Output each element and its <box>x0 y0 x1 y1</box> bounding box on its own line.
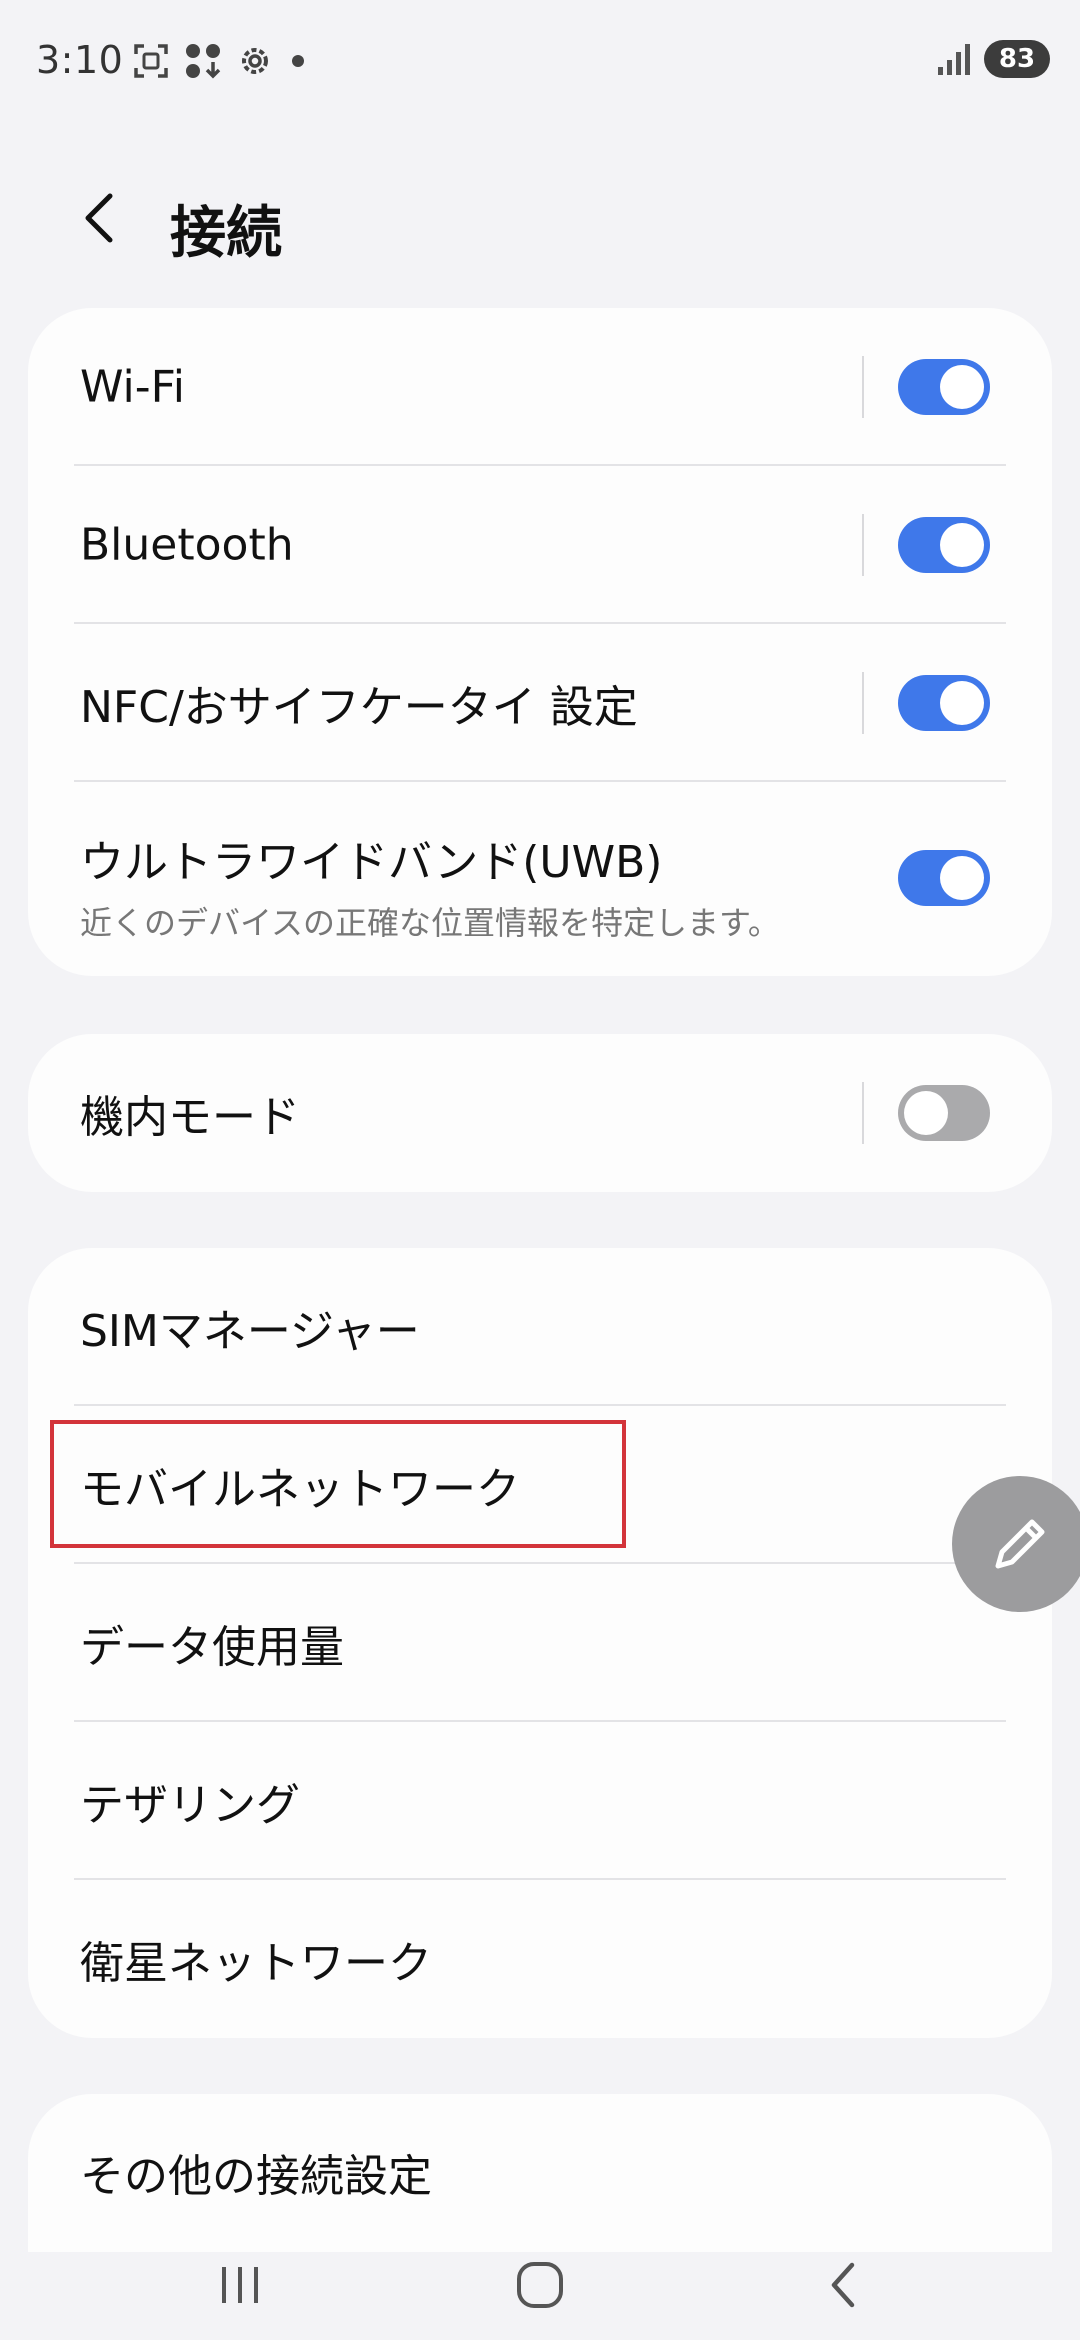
tethering-label: テザリング <box>80 1780 300 1831</box>
airplane-mode-row[interactable]: 機内モード <box>28 1034 1052 1192</box>
home-icon <box>517 2262 563 2308</box>
edit-fab[interactable] <box>952 1476 1080 1612</box>
more-connection-settings-card: その他の接続設定 <box>28 2094 1052 2252</box>
toggle-knob <box>940 681 984 725</box>
more-connection-settings-row[interactable]: その他の接続設定 <box>28 2094 1052 2252</box>
recent-apps-icon <box>222 2267 258 2303</box>
wifi-row[interactable]: Wi-Fi <box>28 308 1052 466</box>
airplane-mode-toggle[interactable] <box>898 1085 990 1141</box>
bluetooth-row[interactable]: Bluetooth <box>28 466 1052 624</box>
status-bar: 3:10 83 <box>0 0 1080 120</box>
satellite-network-label: 衛星ネットワーク <box>80 1938 432 1989</box>
satellite-network-row[interactable]: 衛星ネットワーク <box>28 1880 1052 2038</box>
download-icon <box>186 44 221 79</box>
data-usage-label: データ使用量 <box>80 1622 344 1673</box>
row-separator <box>862 514 864 576</box>
uwb-label: ウルトラワイドバンド(UWB) <box>80 837 663 888</box>
connectivity-toggles-card: Wi-Fi Bluetooth NFC/おサイフケータイ 設定 ウルトラワイドバ… <box>28 308 1052 976</box>
page-title: 接続 <box>170 201 282 266</box>
data-usage-row[interactable]: データ使用量 <box>28 1564 1052 1722</box>
navigation-bar <box>0 2230 1080 2340</box>
back-nav-button[interactable] <box>804 2250 884 2320</box>
toggle-knob <box>904 1091 948 1135</box>
back-icon <box>831 2262 855 2308</box>
status-time: 3:10 <box>36 38 124 82</box>
uwb-description: 近くのデバイスの正確な位置情報を特定します。 <box>80 904 780 942</box>
network-settings-card: SIMマネージャー モバイルネットワーク データ使用量 テザリング 衛星ネットワ… <box>28 1248 1052 2038</box>
dot-icon <box>292 55 304 67</box>
battery-indicator: 83 <box>984 40 1050 78</box>
bluetooth-label: Bluetooth <box>80 519 294 571</box>
bluetooth-toggle[interactable] <box>898 517 990 573</box>
nfc-label: NFC/おサイフケータイ 設定 <box>80 682 638 733</box>
toggle-knob <box>940 523 984 567</box>
recent-apps-button[interactable] <box>200 2250 280 2320</box>
screenshot-icon <box>134 44 168 78</box>
wifi-toggle[interactable] <box>898 359 990 415</box>
row-separator <box>862 1082 864 1144</box>
airplane-mode-label: 機内モード <box>80 1092 300 1143</box>
uwb-toggle[interactable] <box>898 850 990 906</box>
home-button[interactable] <box>500 2250 580 2320</box>
signal-icon <box>938 44 970 75</box>
edit-pencil-icon <box>995 1519 1045 1569</box>
row-separator <box>862 672 864 734</box>
mobile-network-row[interactable]: モバイルネットワーク <box>28 1406 1052 1564</box>
row-separator <box>862 356 864 418</box>
chevron-left-icon <box>85 193 113 243</box>
more-connection-settings-label: その他の接続設定 <box>80 2151 432 2202</box>
nfc-toggle[interactable] <box>898 675 990 731</box>
settings-gear-icon <box>242 48 268 74</box>
back-button[interactable] <box>70 188 130 248</box>
toggle-knob <box>940 856 984 900</box>
sim-manager-row[interactable]: SIMマネージャー <box>28 1248 1052 1406</box>
sim-manager-label: SIMマネージャー <box>80 1306 420 1357</box>
page-header: 接続 <box>0 170 1080 270</box>
toggle-knob <box>940 365 984 409</box>
status-notification-icons <box>132 42 308 80</box>
airplane-mode-card: 機内モード <box>28 1034 1052 1192</box>
wifi-label: Wi-Fi <box>80 361 185 413</box>
mobile-network-label: モバイルネットワーク <box>80 1464 520 1515</box>
uwb-row[interactable]: ウルトラワイドバンド(UWB) 近くのデバイスの正確な位置情報を特定します。 <box>28 782 1052 974</box>
nfc-row[interactable]: NFC/おサイフケータイ 設定 <box>28 624 1052 782</box>
status-right: 83 <box>936 40 1050 78</box>
tethering-row[interactable]: テザリング <box>28 1722 1052 1880</box>
